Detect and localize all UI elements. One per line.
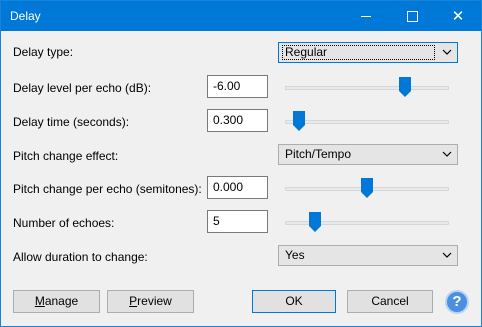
slider-thumb[interactable] <box>361 178 373 198</box>
ok-button[interactable]: OK <box>252 290 336 313</box>
pitch-effect-select[interactable]: Pitch/Tempo <box>278 144 458 165</box>
chevron-down-icon <box>442 49 452 55</box>
help-icon[interactable]: ? <box>445 290 469 314</box>
maximize-button[interactable] <box>389 1 435 31</box>
delay-type-value: Regular <box>285 45 328 59</box>
title-bar: Delay ✕ <box>1 1 481 31</box>
preview-button[interactable]: Preview <box>107 290 194 313</box>
minimize-icon <box>361 15 371 17</box>
allow-duration-label: Allow duration to change: <box>13 250 148 264</box>
delay-level-slider[interactable] <box>285 77 449 97</box>
delay-level-input[interactable]: -6.00 <box>207 75 268 98</box>
manage-button[interactable]: Manage <box>13 290 100 313</box>
window-title: Delay <box>10 9 41 23</box>
delay-time-slider[interactable] <box>285 111 449 131</box>
slider-thumb[interactable] <box>293 111 305 131</box>
slider-thumb[interactable] <box>399 77 411 97</box>
preview-accelerator: P <box>129 294 138 308</box>
preview-label: review <box>137 294 172 308</box>
delay-level-label: Delay level per echo (dB): <box>13 81 152 95</box>
close-button[interactable]: ✕ <box>435 1 481 31</box>
chevron-down-icon <box>442 151 452 157</box>
pitch-effect-value: Pitch/Tempo <box>285 147 352 161</box>
chevron-down-icon <box>442 252 452 258</box>
slider-track <box>285 120 449 124</box>
close-icon: ✕ <box>451 7 465 25</box>
delay-type-label: Delay type: <box>13 45 74 59</box>
allow-duration-value: Yes <box>285 248 305 262</box>
cancel-button[interactable]: Cancel <box>347 290 433 313</box>
echoes-slider[interactable] <box>285 212 449 232</box>
manage-label: anage <box>44 294 79 308</box>
delay-time-label: Delay time (seconds): <box>13 115 130 129</box>
pitch-change-input[interactable]: 0.000 <box>207 176 268 199</box>
echoes-label: Number of echoes: <box>13 216 115 230</box>
pitch-change-slider[interactable] <box>285 178 449 198</box>
delay-time-input[interactable]: 0.300 <box>207 109 268 132</box>
delay-dialog: Delay ✕ Delay type: Regular Delay level … <box>0 0 482 327</box>
echoes-input[interactable]: 5 <box>207 210 268 233</box>
slider-thumb[interactable] <box>309 212 321 232</box>
allow-duration-select[interactable]: Yes <box>278 245 458 266</box>
pitch-effect-label: Pitch change effect: <box>13 149 119 163</box>
maximize-icon <box>406 10 418 22</box>
slider-track <box>285 86 449 90</box>
pitch-change-label: Pitch change per echo (semitones): <box>13 182 202 196</box>
minimize-button[interactable] <box>343 1 389 31</box>
manage-accelerator: M <box>34 294 45 308</box>
delay-type-select[interactable]: Regular <box>278 42 458 63</box>
